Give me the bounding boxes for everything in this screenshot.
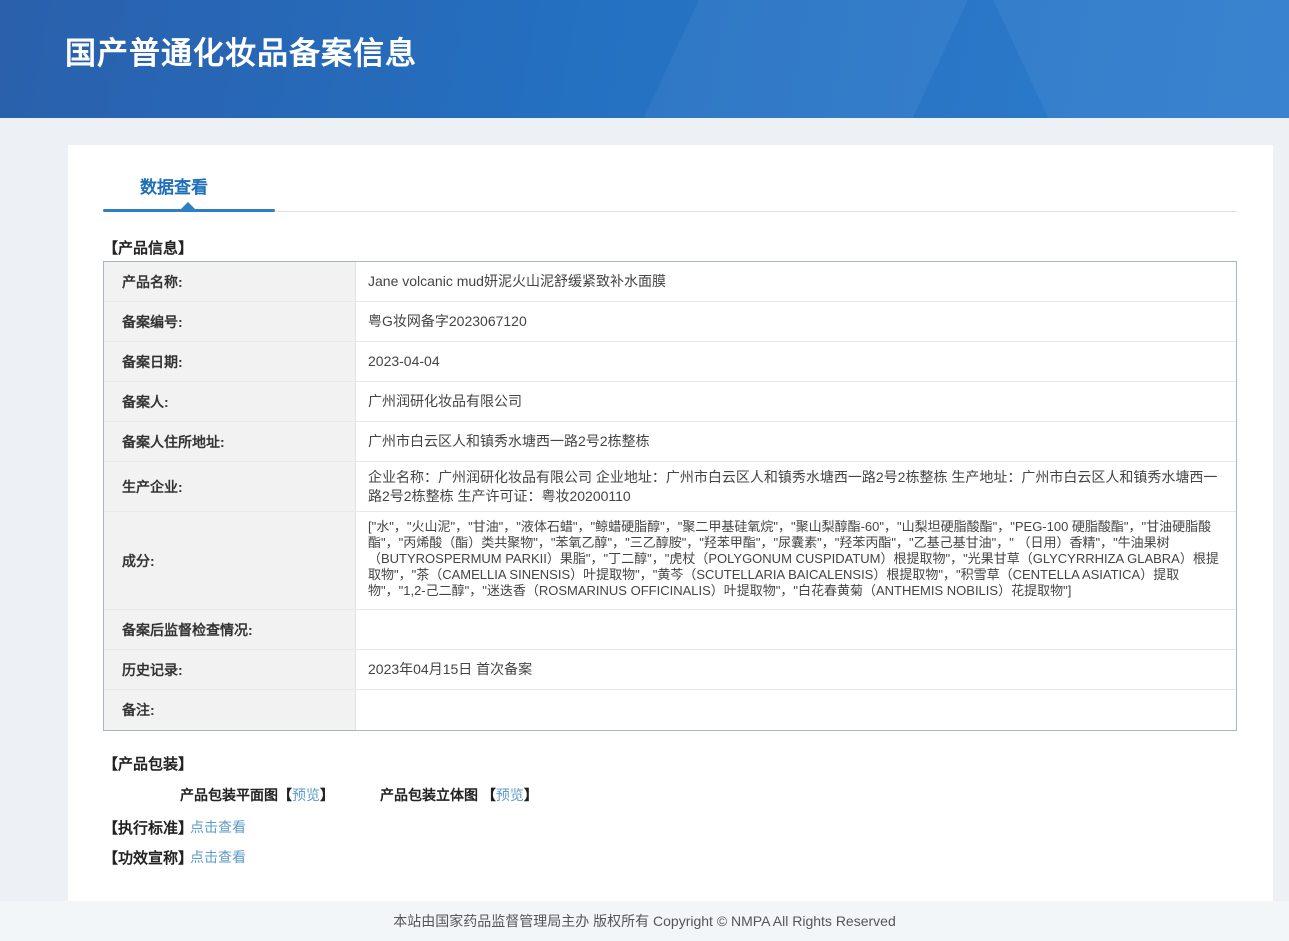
field-label: 产品名称: [104, 262, 356, 301]
bracket-close: 】 [320, 787, 334, 803]
footer-copyright: 本站由国家药品监督管理局主办 版权所有 Copyright © NMPA All… [393, 911, 895, 931]
efficacy-view-link[interactable]: 点击查看 [190, 847, 246, 867]
field-label: 备案日期: [104, 342, 356, 381]
field-label: 备案人住所地址: [104, 422, 356, 461]
packaging-flat-item: 产品包装平面图【预览】 [180, 785, 334, 805]
product-info-table: 产品名称: Jane volcanic mud妍泥火山泥舒缓紧致补水面膜 备案编… [103, 261, 1237, 731]
field-label: 备案人: [104, 382, 356, 421]
table-row: 备案后监督检查情况: [104, 610, 1236, 650]
product-info-heading: 【产品信息】 [103, 237, 193, 258]
tab-caret-icon [180, 202, 196, 210]
page-header: 国产普通化妆品备案信息 [0, 0, 1289, 118]
field-value: 广州润研化妆品有限公司 [356, 382, 1236, 421]
packaging-stereo-item: 产品包装立体图 【预览】 [380, 785, 538, 805]
field-value: 企业名称：广州润研化妆品有限公司 企业地址：广州市白云区人和镇秀水塘西一路2号2… [356, 462, 1236, 511]
table-row: 备案人住所地址: 广州市白云区人和镇秀水塘西一路2号2栋整栋 [104, 422, 1236, 462]
field-label: 备案编号: [104, 302, 356, 341]
packaging-heading: 【产品包装】 [103, 753, 193, 774]
field-value [356, 690, 1236, 730]
field-label: 成分: [104, 512, 356, 609]
tab-data-view[interactable]: 数据查看 [140, 173, 208, 198]
table-row: 备注: [104, 690, 1236, 730]
field-label: 生产企业: [104, 462, 356, 511]
packaging-flat-preview-link[interactable]: 预览 [292, 787, 320, 803]
field-value [356, 610, 1236, 649]
packaging-stereo-label: 产品包装立体图 [380, 787, 482, 803]
bracket-open: 【 [278, 787, 292, 803]
field-value: Jane volcanic mud妍泥火山泥舒缓紧致补水面膜 [356, 262, 1236, 301]
table-row: 生产企业: 企业名称：广州润研化妆品有限公司 企业地址：广州市白云区人和镇秀水塘… [104, 462, 1236, 512]
page-title: 国产普通化妆品备案信息 [65, 28, 417, 73]
bracket-open: 【 [482, 787, 496, 803]
table-row: 备案日期: 2023-04-04 [104, 342, 1236, 382]
field-value: ["水"，"火山泥"，"甘油"，"液体石蜡"，"鲸蜡硬脂醇"，"聚二甲基硅氧烷"… [356, 512, 1236, 609]
table-row: 历史记录: 2023年04月15日 首次备案 [104, 650, 1236, 690]
table-row: 成分: ["水"，"火山泥"，"甘油"，"液体石蜡"，"鲸蜡硬脂醇"，"聚二甲基… [104, 512, 1236, 610]
exec-standard-view-link[interactable]: 点击查看 [190, 817, 246, 837]
table-row: 备案编号: 粤G妆网备字2023067120 [104, 302, 1236, 342]
content-card: 数据查看 【产品信息】 产品名称: Jane volcanic mud妍泥火山泥… [68, 145, 1273, 901]
field-label: 备案后监督检查情况: [104, 610, 356, 649]
packaging-flat-label: 产品包装平面图 [180, 787, 278, 803]
packaging-stereo-preview-link[interactable]: 预览 [496, 787, 524, 803]
field-label: 历史记录: [104, 650, 356, 689]
table-row: 备案人: 广州润研化妆品有限公司 [104, 382, 1236, 422]
field-value: 粤G妆网备字2023067120 [356, 302, 1236, 341]
efficacy-heading: 【功效宣称】 [103, 847, 193, 868]
field-label: 备注: [104, 690, 356, 730]
page-footer: 本站由国家药品监督管理局主办 版权所有 Copyright © NMPA All… [0, 901, 1289, 941]
bracket-close: 】 [524, 787, 538, 803]
exec-standard-heading: 【执行标准】 [103, 817, 193, 838]
table-row: 产品名称: Jane volcanic mud妍泥火山泥舒缓紧致补水面膜 [104, 262, 1236, 302]
field-value: 广州市白云区人和镇秀水塘西一路2号2栋整栋 [356, 422, 1236, 461]
field-value: 2023-04-04 [356, 342, 1236, 381]
field-value: 2023年04月15日 首次备案 [356, 650, 1236, 689]
